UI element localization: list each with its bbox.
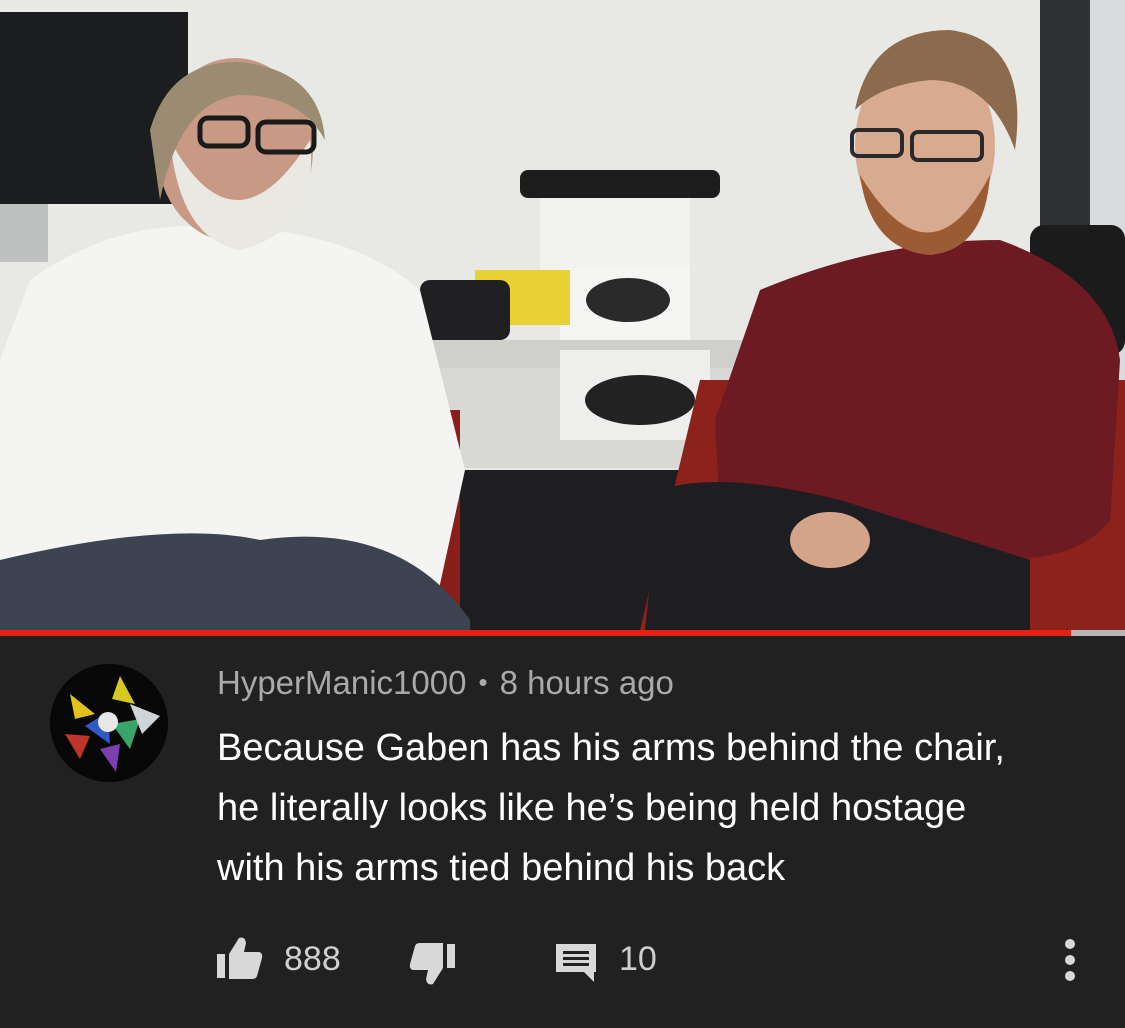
like-count: 888: [284, 940, 341, 978]
avatar[interactable]: [50, 664, 168, 782]
comment-text: Because Gaben has his arms behind the ch…: [217, 718, 1097, 898]
comment-author[interactable]: HyperManic1000: [217, 664, 466, 701]
comment-meta: HyperManic1000 • 8 hours ago: [217, 664, 674, 702]
reply-count: 10: [619, 940, 657, 978]
comment-line: with his arms tied behind his back: [217, 847, 786, 889]
video-frame: [0, 0, 1125, 630]
meta-separator: •: [478, 667, 488, 697]
comment-actions: 888 10: [0, 930, 1125, 990]
comment-line: he literally looks like he’s being held …: [217, 787, 967, 829]
video-player[interactable]: [0, 0, 1125, 630]
more-vertical-icon[interactable]: [1062, 938, 1078, 982]
comment-icon[interactable]: [554, 942, 598, 984]
comment-line: Because Gaben has his arms behind the ch…: [217, 727, 1005, 769]
thumbs-up-icon[interactable]: [216, 936, 264, 980]
avatar-image: [50, 664, 168, 782]
comment-timestamp[interactable]: 8 hours ago: [500, 664, 674, 701]
thumbs-down-icon[interactable]: [408, 942, 456, 986]
